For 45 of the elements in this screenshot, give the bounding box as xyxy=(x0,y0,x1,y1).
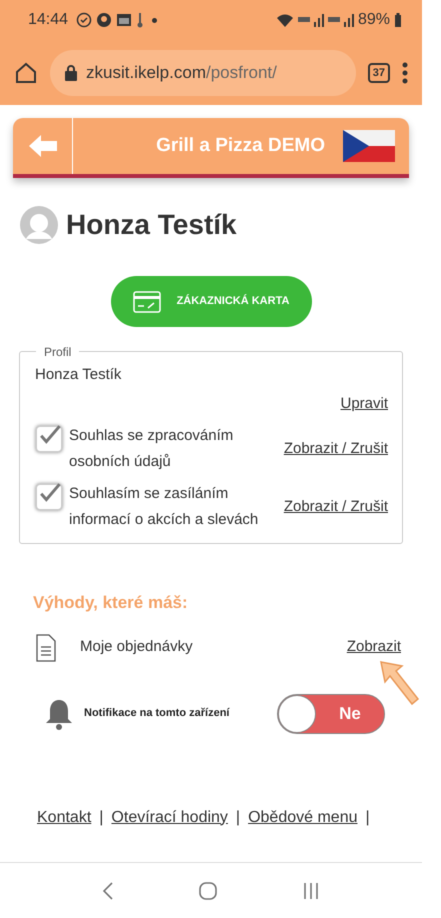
separator-text: | xyxy=(365,808,370,828)
recent-apps-icon[interactable] xyxy=(302,882,320,900)
lock-icon xyxy=(64,64,78,82)
consent-text: Souhlasím se zasíláním informací o akcích a slevách xyxy=(69,484,260,530)
profile-name-heading: Honza Testík xyxy=(66,208,237,242)
checkbox[interactable] xyxy=(35,425,63,453)
wifi-icon xyxy=(276,13,294,27)
notification-toggle[interactable]: Ne xyxy=(277,694,385,734)
back-icon[interactable] xyxy=(102,880,114,900)
bell-icon xyxy=(44,698,74,730)
home-button-icon[interactable] xyxy=(198,880,218,900)
thermometer-icon xyxy=(136,12,144,28)
avatar-icon xyxy=(20,206,58,244)
benefit-label: Moje objednávky xyxy=(80,637,193,658)
separator-text: | xyxy=(236,808,240,828)
pointer-arrow-drawing xyxy=(379,660,419,708)
dot-icon xyxy=(152,18,158,22)
url-text: zkusit.ikelp.com/posfront/ xyxy=(86,62,277,84)
show-cancel-link[interactable]: Zobrazit / Zrušit xyxy=(284,438,388,460)
battery-text: 89% xyxy=(358,10,390,30)
footer-link[interactable]: Kontakt xyxy=(37,806,92,830)
address-bar[interactable]: zkusit.ikelp.com/posfront/ xyxy=(50,50,356,96)
footer-link[interactable]: Obědové menu xyxy=(248,806,358,830)
notification-label: Notifikace na tomto zařízení xyxy=(84,706,230,722)
document-icon xyxy=(36,634,56,662)
battery-icon xyxy=(394,13,402,27)
home-icon[interactable] xyxy=(14,60,38,84)
edit-link[interactable]: Upravit xyxy=(340,392,388,415)
signal-icon xyxy=(328,13,354,27)
header-title: Grill a Pizza DEMO xyxy=(155,134,326,158)
show-link[interactable]: Zobrazit xyxy=(346,636,401,659)
signal-icon xyxy=(298,13,324,27)
consent-text: Souhlas se zpracováním osobních údajů xyxy=(69,426,234,472)
flag-icon xyxy=(343,130,395,162)
show-cancel-link[interactable]: Zobrazit / Zrušit xyxy=(284,496,388,518)
tab-count-button[interactable]: 37 xyxy=(368,62,390,82)
separator-text: | xyxy=(99,808,104,828)
clock-text: 14:44 xyxy=(28,10,68,30)
footer-link[interactable]: Otevírací hodiny xyxy=(111,806,228,830)
section-heading: Výhody, které máš: xyxy=(33,592,189,614)
profile-name-text: Honza Testík xyxy=(35,365,122,385)
discount-card-icon xyxy=(132,290,161,312)
more-menu-icon[interactable] xyxy=(402,62,408,84)
check-circle-icon xyxy=(76,12,92,28)
checkbox[interactable] xyxy=(35,483,63,511)
